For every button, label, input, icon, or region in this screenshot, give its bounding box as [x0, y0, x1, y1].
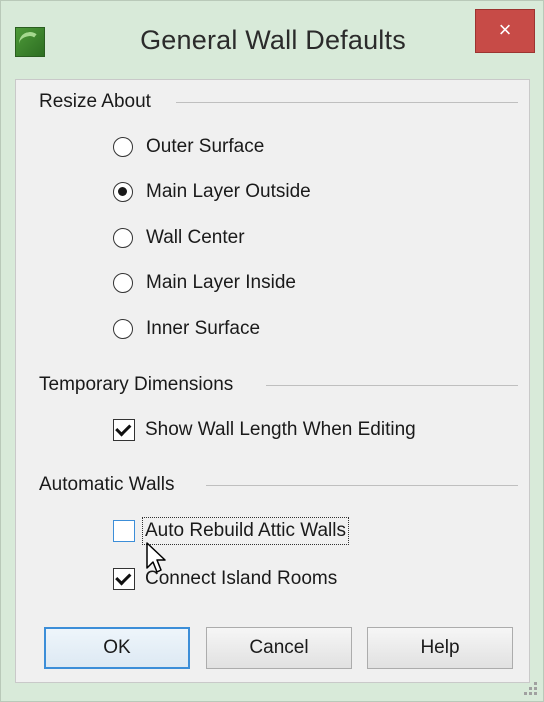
checkbox-checked[interactable] [113, 568, 135, 590]
checkbox-show-wall-length[interactable]: Show Wall Length When Editing [113, 414, 416, 446]
checkbox-unchecked[interactable] [113, 520, 135, 542]
radio-wall-center[interactable]: Wall Center [113, 222, 245, 254]
dialog-title: General Wall Defaults [140, 25, 406, 55]
radio-label: Wall Center [146, 227, 245, 248]
checkbox-label: Show Wall Length When Editing [145, 419, 416, 440]
dialog-content: Resize About Outer Surface Main Layer Ou… [15, 79, 530, 683]
radio-label: Main Layer Outside [146, 181, 311, 202]
radio-button[interactable] [113, 228, 133, 248]
radio-button[interactable] [113, 137, 133, 157]
checkmark-icon [115, 419, 132, 437]
group-label-temporary-dimensions: Temporary Dimensions [39, 374, 242, 396]
checkmark-icon [115, 568, 132, 586]
radio-label: Inner Surface [146, 318, 261, 339]
radio-button[interactable] [113, 319, 133, 339]
help-button[interactable]: Help [367, 627, 513, 669]
checkbox-label: Auto Rebuild Attic Walls [142, 517, 349, 545]
title-bar[interactable]: General Wall Defaults × [1, 1, 543, 79]
cancel-button[interactable]: Cancel [206, 627, 352, 669]
dialog-window: General Wall Defaults × Resize About Out… [0, 0, 544, 702]
radio-label: Outer Surface [146, 136, 265, 157]
checkbox-checked[interactable] [113, 419, 135, 441]
radio-outer-surface[interactable]: Outer Surface [113, 131, 264, 163]
radio-button-selected[interactable] [113, 182, 133, 202]
group-divider [176, 102, 518, 103]
group-divider [266, 385, 518, 386]
resize-grip-icon[interactable] [523, 681, 537, 695]
radio-button[interactable] [113, 273, 133, 293]
mouse-pointer-icon [146, 542, 166, 573]
radio-inner-surface[interactable]: Inner Surface [113, 313, 260, 345]
radio-label: Main Layer Inside [146, 272, 296, 293]
checkbox-label: Connect Island Rooms [145, 568, 338, 589]
radio-main-layer-inside[interactable]: Main Layer Inside [113, 267, 296, 299]
ok-button[interactable]: OK [44, 627, 190, 669]
group-label-resize-about: Resize About [39, 91, 159, 113]
radio-main-layer-outside[interactable]: Main Layer Outside [113, 176, 311, 208]
group-divider [206, 485, 518, 486]
close-button[interactable]: × [475, 9, 535, 53]
group-label-automatic-walls: Automatic Walls [39, 474, 183, 496]
